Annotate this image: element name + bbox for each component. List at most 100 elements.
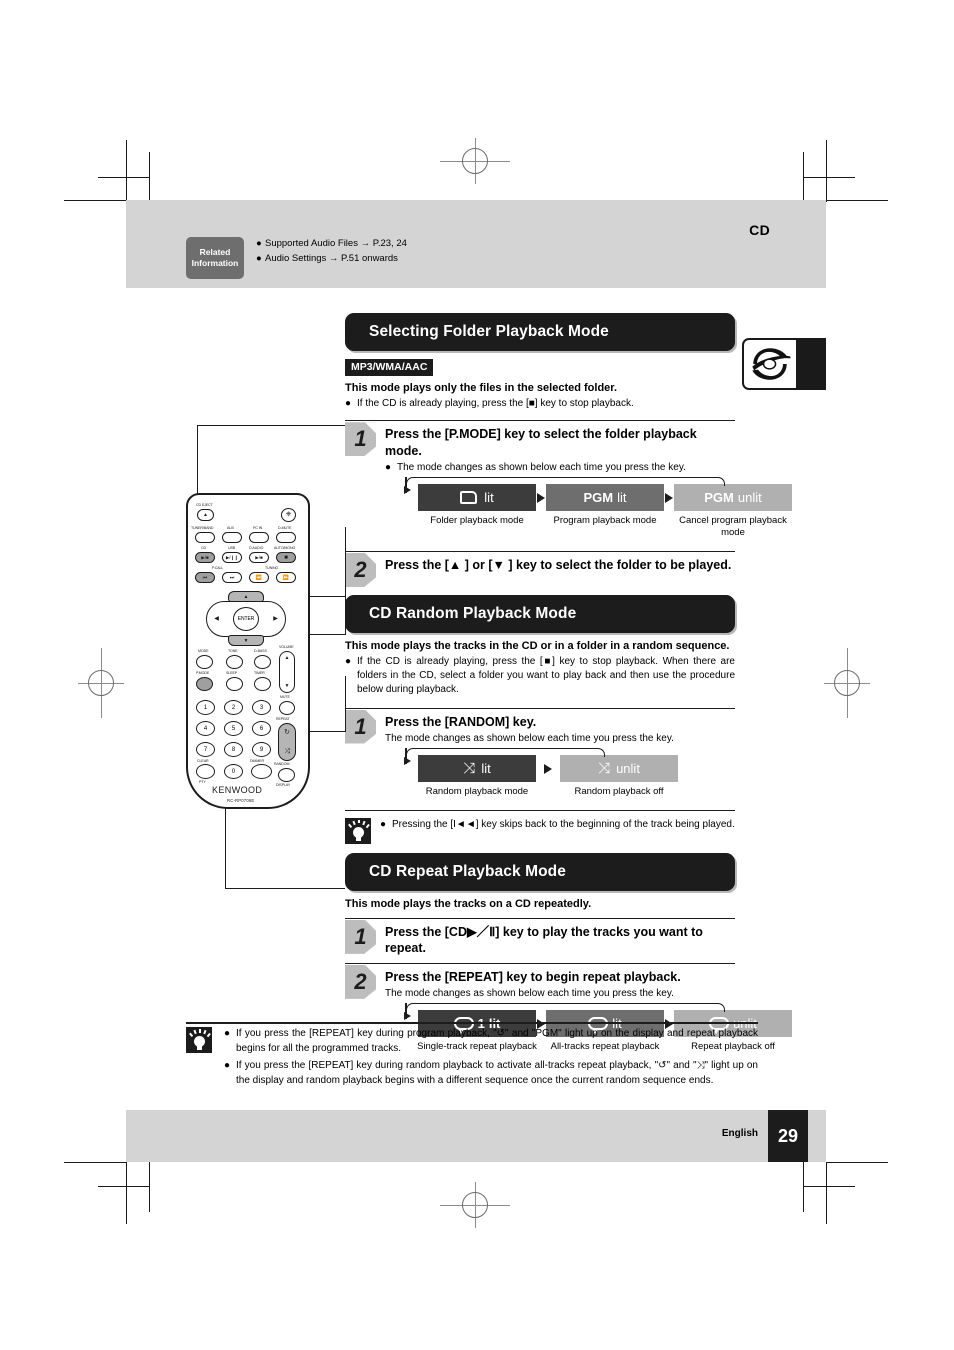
hint-text: Pressing the [I◄◄] key skips back to the…	[392, 818, 735, 830]
remote-label-cd-eject: CD EJECT	[196, 503, 213, 507]
bottom-note-body: ● If you press the [REPEAT] key during p…	[224, 1027, 758, 1091]
registration-mark-right	[824, 648, 870, 718]
remote-button-clear[interactable]	[196, 764, 215, 779]
remote-button-tone[interactable]	[226, 655, 243, 669]
remote-key-8[interactable]: 8	[224, 742, 243, 757]
flow-loop-arrow-icon	[404, 486, 411, 495]
bullet-dot: ●	[345, 655, 352, 667]
remote-key-2[interactable]: 2	[224, 700, 243, 715]
remote-label-d-bass: D-BASS	[254, 649, 267, 653]
cd-disc-icon	[742, 338, 798, 390]
remote-key-0[interactable]: 0	[224, 764, 243, 779]
remote-button-display[interactable]	[278, 768, 295, 782]
play-pause-icon: ▶/■	[201, 554, 209, 560]
related-information-list: ● Supported Audio Files → P.23, 24 ● Audio…	[256, 236, 407, 266]
chip-state-label: lit	[481, 761, 491, 776]
step-folder-1: 1 Press the [P.MODE] key to select the f…	[345, 420, 792, 539]
bullet-dot: ●	[224, 1060, 231, 1071]
remote-button-d-mute[interactable]	[276, 532, 296, 543]
remote-key-1[interactable]: 1	[196, 700, 215, 715]
remote-label-tuner-band: TUNER/BAND	[191, 526, 214, 530]
section-bullet-random: ● If the CD is already playing, press th…	[345, 655, 735, 698]
remote-label-mute: MUTE	[280, 695, 290, 699]
remote-label-tuning: TUNING	[265, 566, 279, 570]
flow-chip-random-unlit: ⤨ unlit Random playback off	[559, 755, 679, 798]
crop-mark-tl-h	[64, 200, 126, 202]
step-subtext: The mode changes as shown below each tim…	[385, 733, 674, 744]
remote-key-3[interactable]: 3	[252, 700, 271, 715]
skip-forward-icon: ⏭	[229, 574, 235, 581]
remote-button-pc-in[interactable]	[249, 532, 269, 543]
remote-button-enter[interactable]: ENTER	[233, 607, 259, 631]
note-text: If you press the [REPEAT] key during pro…	[236, 1028, 758, 1054]
page-header-band: CD Related Information ● Supported Audio …	[126, 200, 826, 288]
folder-icon	[460, 491, 478, 505]
registration-mark-top	[440, 138, 510, 184]
remote-brand: KENWOOD	[212, 785, 263, 795]
hint-random: ● Pressing the [I◄◄] key skips back to t…	[345, 809, 735, 844]
bullet-dot: ●	[385, 462, 392, 474]
remote-label-p-mode: P.MODE	[196, 671, 210, 675]
chip-state-label: lit	[617, 490, 627, 506]
hint-body: ● Pressing the [I◄◄] key skips back to t…	[380, 818, 735, 844]
chip-caption: Program playback mode	[553, 515, 657, 527]
related-item-text: Supported Audio Files → P.23, 24	[265, 238, 407, 249]
remote-button-timer[interactable]	[254, 677, 271, 691]
callout-line-cdplay-h	[225, 888, 345, 890]
remote-button-d-bass[interactable]	[254, 655, 271, 669]
step-random-1: 1 Press the [RANDOM] key. The mode chang…	[345, 707, 735, 798]
flow-loop-line	[406, 1003, 725, 1013]
chevron-right-icon[interactable]: ▶	[269, 612, 282, 625]
cd-disc-tab	[742, 338, 826, 390]
chip-state-label: lit	[484, 490, 494, 506]
remote-key-9[interactable]: 9	[252, 742, 271, 757]
remote-key-4[interactable]: 4	[196, 721, 215, 736]
remote-label-auto-mono: AUTO/MONO	[274, 546, 296, 550]
remote-key-5[interactable]: 5	[224, 721, 243, 736]
flow-loop-line	[406, 477, 725, 487]
remote-label-repeat: REPEAT	[276, 717, 290, 721]
remote-label-pc-in: PC IN	[253, 526, 263, 530]
bullet-dot: ●	[345, 398, 352, 409]
remote-label-p-call: P.CALL	[212, 566, 224, 570]
remote-button-sleep[interactable]	[226, 677, 243, 691]
remote-label-aux: AUX	[227, 526, 235, 530]
remote-button-tuner-band[interactable]	[195, 532, 215, 543]
chevron-up-icon: ▲	[243, 593, 249, 600]
bullet-text: If the CD is already playing, press the …	[357, 398, 634, 409]
flow-loop-arrow-icon	[404, 1012, 411, 1021]
remote-label-random: RANDOM	[274, 762, 290, 766]
callout-line-updown-v	[345, 527, 347, 635]
remote-label-volume: VOLUME	[279, 645, 294, 649]
step-number: 1	[345, 709, 376, 744]
play-pause-icon: ▶/❙❙	[225, 554, 239, 560]
chip-caption: Folder playback mode	[430, 515, 524, 527]
bullet-dot: ●	[380, 818, 387, 830]
chevron-down-icon: ▼	[243, 637, 249, 644]
remote-label-display: DISPLAY	[276, 783, 291, 787]
remote-button-dimmer[interactable]	[251, 764, 272, 779]
header-cd-label: CD	[749, 222, 770, 238]
remote-label-d-audio: D.AUDIO	[249, 546, 264, 550]
crop-mark-tr-h2	[803, 177, 855, 179]
remote-button-p-mode[interactable]	[196, 677, 213, 691]
page-number: 29	[768, 1110, 808, 1162]
remote-button-mute[interactable]	[279, 701, 295, 715]
flow-chip-pgm-lit: PGM lit Program playback mode	[545, 484, 665, 527]
remote-button-mode[interactable]	[196, 655, 213, 669]
remote-key-6[interactable]: 6	[252, 721, 271, 736]
chip-state-label: unlit	[737, 490, 762, 506]
chip-pgm-text: PGM	[704, 490, 734, 506]
remote-key-7[interactable]: 7	[196, 742, 215, 757]
remote-button-aux[interactable]	[222, 532, 242, 543]
remote-label-dimmer: DIMMER	[250, 759, 264, 763]
mode-chip: ⤨ unlit	[560, 755, 678, 782]
main-content: Selecting Folder Playback Mode MP3/WMA/A…	[345, 313, 792, 1053]
step-number: 2	[345, 964, 376, 999]
crop-mark-tr-v	[826, 140, 828, 202]
skip-back-icon: ⏮	[202, 574, 208, 581]
chevron-left-icon[interactable]: ◀	[210, 612, 223, 625]
mode-chip: PGM lit	[546, 484, 664, 512]
section-bullet-folder: ● If the CD is already playing, press th…	[345, 397, 735, 411]
list-item: ● Supported Audio Files → P.23, 24	[256, 238, 407, 249]
